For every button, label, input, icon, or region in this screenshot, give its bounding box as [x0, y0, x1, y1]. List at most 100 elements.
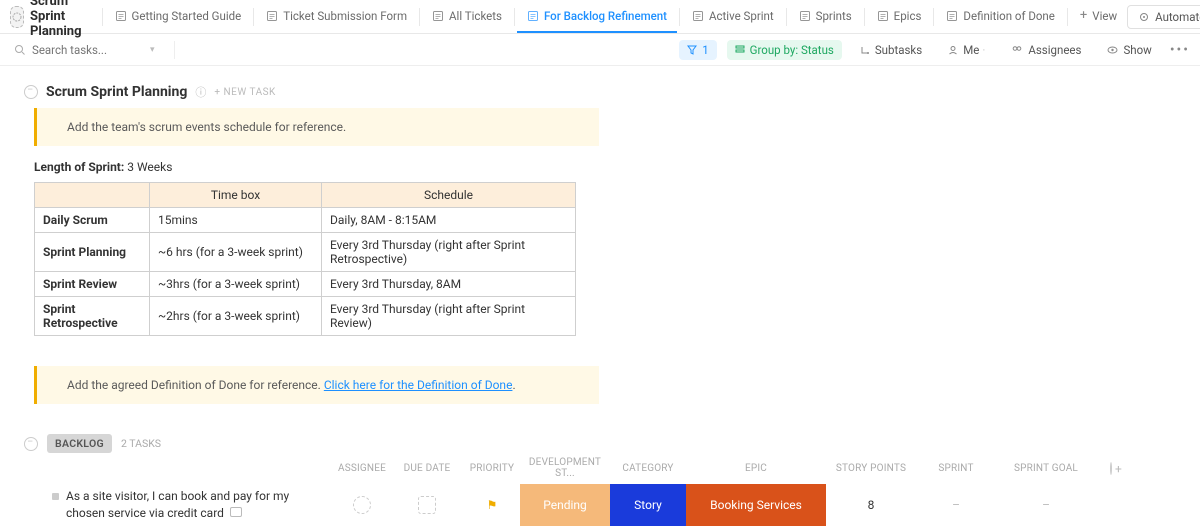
main-content: Scrum Sprint Planning ⓘ + NEW TASK Add t… [0, 66, 1200, 526]
event-sched: Every 3rd Thursday (right after Sprint R… [322, 233, 576, 272]
group-chip[interactable]: Group by: Status [727, 40, 842, 60]
category-cell[interactable]: Story [610, 484, 686, 526]
tab-active-sprint[interactable]: Active Sprint [682, 0, 784, 33]
scrum-events-table: Time box Schedule Daily Scrum15minsDaily… [34, 182, 576, 336]
event-sched: Daily, 8AM - 8:15AM [322, 208, 576, 233]
assignee-cell[interactable] [334, 484, 390, 526]
doc-icon [115, 10, 127, 22]
col-epic[interactable]: EPIC [686, 463, 826, 474]
status-dot [52, 493, 59, 500]
callout-schedule: Add the team's scrum events schedule for… [34, 108, 599, 146]
view-tabs: Getting Started Guide Ticket Submission F… [100, 0, 1070, 33]
tab-label: Ticket Submission Form [283, 9, 407, 23]
priority-cell[interactable]: ⚑ [464, 484, 520, 526]
sprint-cell[interactable]: – [916, 484, 996, 526]
table-col-schedule: Schedule [322, 183, 576, 208]
task-row[interactable]: As a site visitor, I can book and pay fo… [24, 484, 1180, 526]
col-storypoints[interactable]: STORY POINTS [826, 463, 916, 474]
tab-label: For Backlog Refinement [544, 9, 667, 23]
task-name[interactable]: As a site visitor, I can book and pay fo… [24, 488, 334, 523]
board-icon [692, 10, 704, 22]
tab-all-tickets[interactable]: All Tickets [422, 0, 512, 33]
collapse-toggle[interactable] [24, 85, 38, 99]
person-icon [948, 45, 958, 55]
tab-label: All Tickets [449, 9, 502, 23]
col-dev[interactable]: DEVELOPMENT ST... [520, 457, 610, 479]
list-icon [527, 10, 539, 22]
filter-icon [687, 45, 697, 55]
table-row: Sprint Retrospective~2hrs (for a 3-week … [35, 297, 576, 336]
event-time: ~3hrs (for a 3-week sprint) [150, 272, 322, 297]
filter-chip[interactable]: 1 [679, 40, 716, 60]
group-collapse-toggle[interactable] [24, 437, 38, 451]
nav-right: Automate ▾ Share [1127, 5, 1200, 29]
info-icon[interactable]: ⓘ [195, 84, 206, 100]
col-priority[interactable]: PRIORITY [464, 463, 520, 474]
gear-icon [1138, 11, 1150, 23]
status-pill[interactable]: BACKLOG [47, 434, 112, 453]
search-icon [14, 44, 26, 56]
column-headers: ASSIGNEE DUE DATE PRIORITY DEVELOPMENT S… [24, 457, 1180, 484]
list-icon [877, 10, 889, 22]
row-actions [230, 507, 242, 517]
event-time: 15mins [150, 208, 322, 233]
chevron-down-icon[interactable]: ▾ [150, 45, 155, 55]
event-name: Sprint Planning [35, 233, 150, 272]
tab-getting-started-guide[interactable]: Getting Started Guide [105, 0, 252, 33]
avatar-placeholder [353, 496, 371, 514]
table-col-blank [35, 183, 150, 208]
assignees-toggle[interactable]: Assignees [1003, 40, 1089, 60]
col-assignee[interactable]: ASSIGNEE [334, 463, 390, 474]
card-icon[interactable] [230, 507, 242, 517]
table-row: Sprint Planning~6 hrs (for a 3-week spri… [35, 233, 576, 272]
show-toggle[interactable]: Show [1099, 40, 1159, 60]
tab-label: Epics [894, 9, 922, 23]
duedate-cell[interactable] [390, 484, 464, 526]
event-sched: Every 3rd Thursday, 8AM [322, 272, 576, 297]
flag-icon: ⚑ [487, 498, 498, 512]
epic-cell[interactable]: Booking Services [686, 484, 826, 526]
col-category[interactable]: CATEGORY [610, 463, 686, 474]
search-box[interactable]: ▾ [14, 43, 164, 57]
tab-definition-of-done[interactable]: Definition of Done [936, 0, 1064, 33]
search-input[interactable] [32, 43, 142, 57]
dod-link[interactable]: Click here for the Definition of Done [324, 378, 513, 392]
space-title[interactable]: Scrum Sprint Planning [4, 0, 100, 39]
table-col-time: Time box [150, 183, 322, 208]
doc-icon [946, 10, 958, 22]
tab-label: Active Sprint [709, 9, 774, 23]
event-name: Sprint Retrospective [35, 297, 150, 336]
storypoints-cell[interactable]: 8 [826, 484, 916, 526]
goal-cell[interactable]: – [996, 484, 1096, 526]
add-column[interactable] [1096, 463, 1126, 474]
section-title[interactable]: Scrum Sprint Planning [46, 84, 187, 100]
dev-cell[interactable]: Pending [520, 484, 610, 526]
space-title-text: Scrum Sprint Planning [30, 0, 90, 39]
me-toggle[interactable]: Me · [940, 40, 993, 60]
tab-label: Sprints [816, 9, 852, 23]
add-view-button[interactable]: + View [1070, 0, 1127, 33]
tab-ticket-submission-form[interactable]: Ticket Submission Form [256, 0, 417, 33]
plus-icon [1110, 462, 1112, 475]
tab-for-backlog-refinement[interactable]: For Backlog Refinement [517, 0, 677, 33]
backlog-group-header: BACKLOG 2 TASKS [24, 434, 1180, 453]
eye-icon [1107, 45, 1118, 55]
top-nav: Scrum Sprint Planning Getting Started Gu… [0, 0, 1200, 34]
people-icon [1011, 45, 1023, 55]
new-task-button[interactable]: + NEW TASK [214, 87, 275, 98]
col-duedate[interactable]: DUE DATE [390, 463, 464, 474]
more-icon[interactable]: ••• [1170, 42, 1190, 58]
subtasks-toggle[interactable]: Subtasks [852, 40, 930, 60]
col-sprint[interactable]: SPRINT [916, 463, 996, 474]
list-toolbar: ▾ 1 Group by: Status Subtasks Me · Assig… [0, 34, 1200, 66]
sprint-length: Length of Sprint: 3 Weeks [34, 160, 1180, 174]
event-name: Daily Scrum [35, 208, 150, 233]
tab-epics[interactable]: Epics [867, 0, 932, 33]
col-sprintgoal[interactable]: SPRINT GOAL [996, 463, 1096, 474]
tab-label: Definition of Done [963, 9, 1054, 23]
tab-sprints[interactable]: Sprints [789, 0, 862, 33]
task-count: 2 TASKS [121, 437, 161, 450]
list-icon [432, 10, 444, 22]
event-name: Sprint Review [35, 272, 150, 297]
automate-button[interactable]: Automate ▾ [1127, 5, 1200, 29]
